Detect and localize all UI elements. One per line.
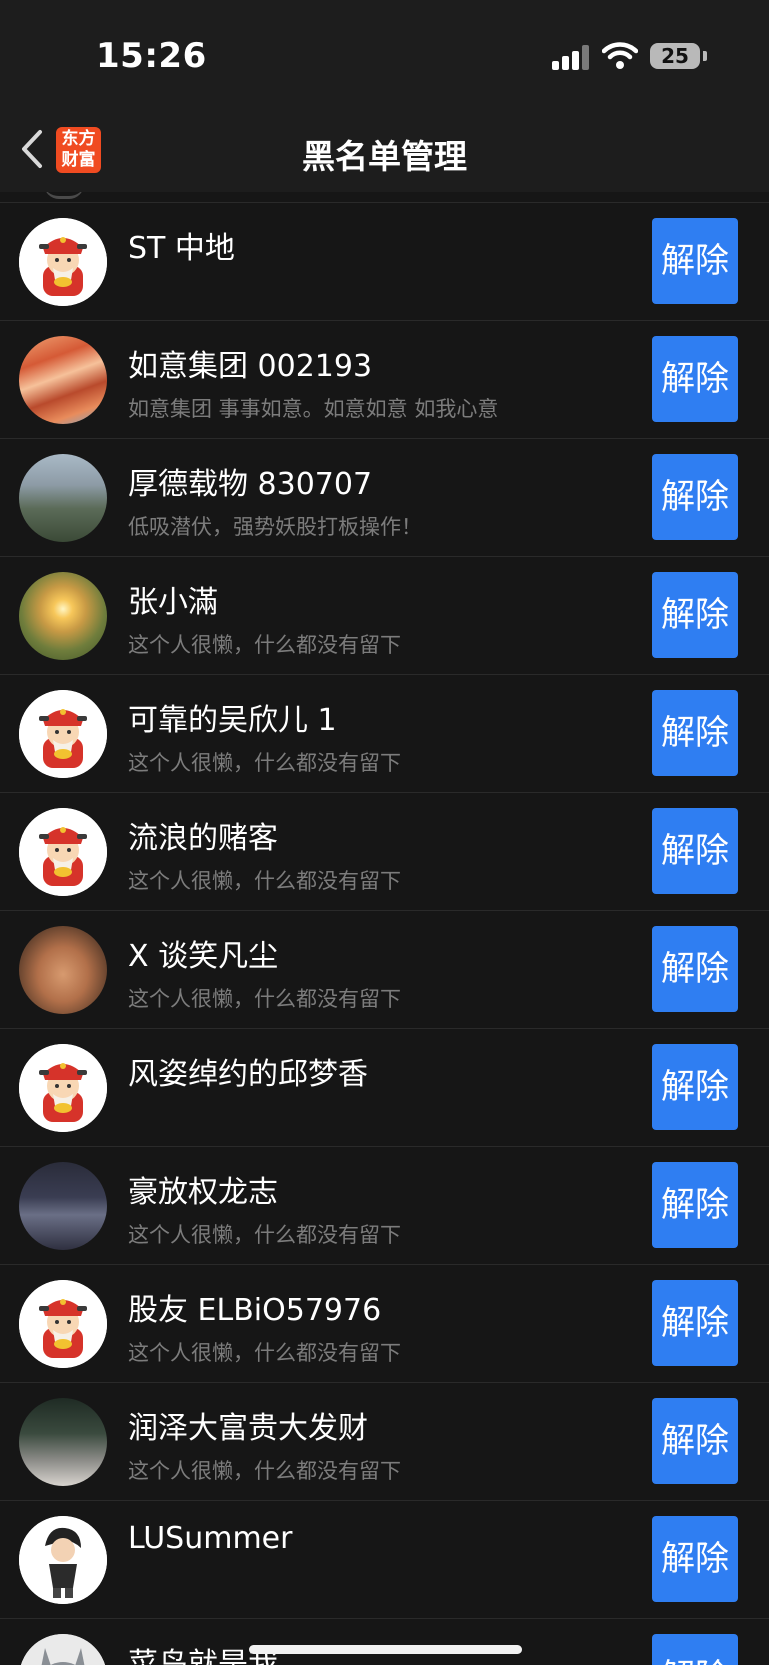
user-name: 张小滿 xyxy=(128,585,218,620)
caishen-avatar[interactable] xyxy=(19,690,107,778)
blacklist-row-6: 流浪的赌客 这个人很懒，什么都没有留下 解除 xyxy=(0,793,769,911)
blacklist-row-9: 豪放权龙志 这个人很懒，什么都没有留下 解除 xyxy=(0,1147,769,1265)
caishen-avatar[interactable] xyxy=(19,1280,107,1368)
hamster-photo[interactable] xyxy=(19,926,107,1014)
user-signature: 低吸潜伏，强势妖股打板操作！ xyxy=(128,515,422,539)
blacklist-row-11: 润泽大富贵大发财 这个人很懒，什么都没有留下 解除 xyxy=(0,1383,769,1501)
signal-icon xyxy=(552,44,592,70)
battery-icon: 25 xyxy=(650,43,700,69)
nav-bar: 东方 财富 黑名单管理 xyxy=(0,110,769,192)
girl-photo[interactable] xyxy=(19,1162,107,1250)
user-name: 厚德载物 830707 xyxy=(128,467,373,502)
blacklist-row-1: ST 中地 解除 xyxy=(0,203,769,321)
user-signature: 这个人很懒，什么都没有留下 xyxy=(128,633,401,657)
totoro-avatar[interactable] xyxy=(19,1634,107,1665)
unblock-button[interactable]: 解除 xyxy=(652,690,738,776)
user-signature: 这个人很懒，什么都没有留下 xyxy=(128,1459,401,1483)
blacklist-row-12: LUSummer 解除 xyxy=(0,1501,769,1619)
home-indicator xyxy=(249,1645,522,1654)
unblock-button[interactable]: 解除 xyxy=(652,1516,738,1602)
user-signature: 这个人很懒，什么都没有留下 xyxy=(128,1341,401,1365)
unblock-button[interactable]: 解除 xyxy=(652,572,738,658)
user-signature: 这个人很懒，什么都没有留下 xyxy=(128,751,401,775)
user-name: LUSummer xyxy=(128,1521,293,1556)
user-signature: 这个人很懒，什么都没有留下 xyxy=(128,869,401,893)
unblock-button[interactable]: 解除 xyxy=(652,454,738,540)
battery-tip xyxy=(703,51,707,61)
man-photo[interactable] xyxy=(19,1398,107,1486)
blacklist-row-5: 可靠的吴欣儿 1 这个人很懒，什么都没有留下 解除 xyxy=(0,675,769,793)
user-signature: 这个人很懒，什么都没有留下 xyxy=(128,1223,401,1247)
unblock-button[interactable]: 解除 xyxy=(652,808,738,894)
status-bar: 15:26 25 xyxy=(0,0,769,110)
blacklist-row-3: 厚德载物 830707 低吸潜伏，强势妖股打板操作！ 解除 xyxy=(0,439,769,557)
unblock-button[interactable]: 解除 xyxy=(652,1162,738,1248)
unblock-button[interactable]: 解除 xyxy=(652,218,738,304)
user-name: 如意集团 002193 xyxy=(128,349,373,384)
caishen-avatar[interactable] xyxy=(19,218,107,306)
red-canyon-photo[interactable] xyxy=(19,336,107,424)
user-signature: 如意集团 事事如意。如意如意 如我心意 xyxy=(128,397,499,421)
user-name: 可靠的吴欣儿 1 xyxy=(128,703,337,738)
sunset-photo[interactable] xyxy=(19,572,107,660)
user-name: 豪放权龙志 xyxy=(128,1175,278,1210)
unblock-button[interactable]: 解除 xyxy=(652,1398,738,1484)
unblock-button[interactable]: 解除 xyxy=(652,336,738,422)
unblock-button[interactable]: 解除 xyxy=(652,1280,738,1366)
user-name: 润泽大富贵大发财 xyxy=(128,1411,368,1446)
caishen-avatar[interactable] xyxy=(19,808,107,896)
blacklist-row-8: 风姿绰约的邱梦香 解除 xyxy=(0,1029,769,1147)
user-signature: 这个人很懒，什么都没有留下 xyxy=(128,987,401,1011)
blacklist-row-10: 股友 ELBiO57976 这个人很懒，什么都没有留下 解除 xyxy=(0,1265,769,1383)
user-name: ST 中地 xyxy=(128,231,235,266)
blacklist-row-4: 张小滿 这个人很懒，什么都没有留下 解除 xyxy=(0,557,769,675)
user-name: X 谈笑凡尘 xyxy=(128,939,279,974)
unblock-button[interactable]: 解除 xyxy=(652,1634,738,1665)
status-time: 15:26 xyxy=(96,36,207,76)
cartoon-boy-avatar[interactable] xyxy=(19,1516,107,1604)
user-name: 风姿绰约的邱梦香 xyxy=(128,1057,368,1092)
wifi-icon xyxy=(602,42,638,69)
blacklist-row-7: X 谈笑凡尘 这个人很懒，什么都没有留下 解除 xyxy=(0,911,769,1029)
user-name: 股友 ELBiO57976 xyxy=(128,1293,382,1328)
unblock-button[interactable]: 解除 xyxy=(652,1044,738,1130)
list-top-edge xyxy=(0,192,769,203)
page-title: 黑名单管理 xyxy=(302,137,467,176)
blacklist[interactable]: ST 中地 解除 如意集团 002193 如意集团 事事如意。如意如意 如我心意… xyxy=(0,192,769,1665)
blacklist-row-2: 如意集团 002193 如意集团 事事如意。如意如意 如我心意 解除 xyxy=(0,321,769,439)
user-name: 流浪的赌客 xyxy=(128,821,278,856)
mountain-photo[interactable] xyxy=(19,454,107,542)
unblock-button[interactable]: 解除 xyxy=(652,926,738,1012)
caishen-avatar[interactable] xyxy=(19,1044,107,1132)
blacklist-row-13: 菜鸟就是我 解除 xyxy=(0,1619,769,1665)
